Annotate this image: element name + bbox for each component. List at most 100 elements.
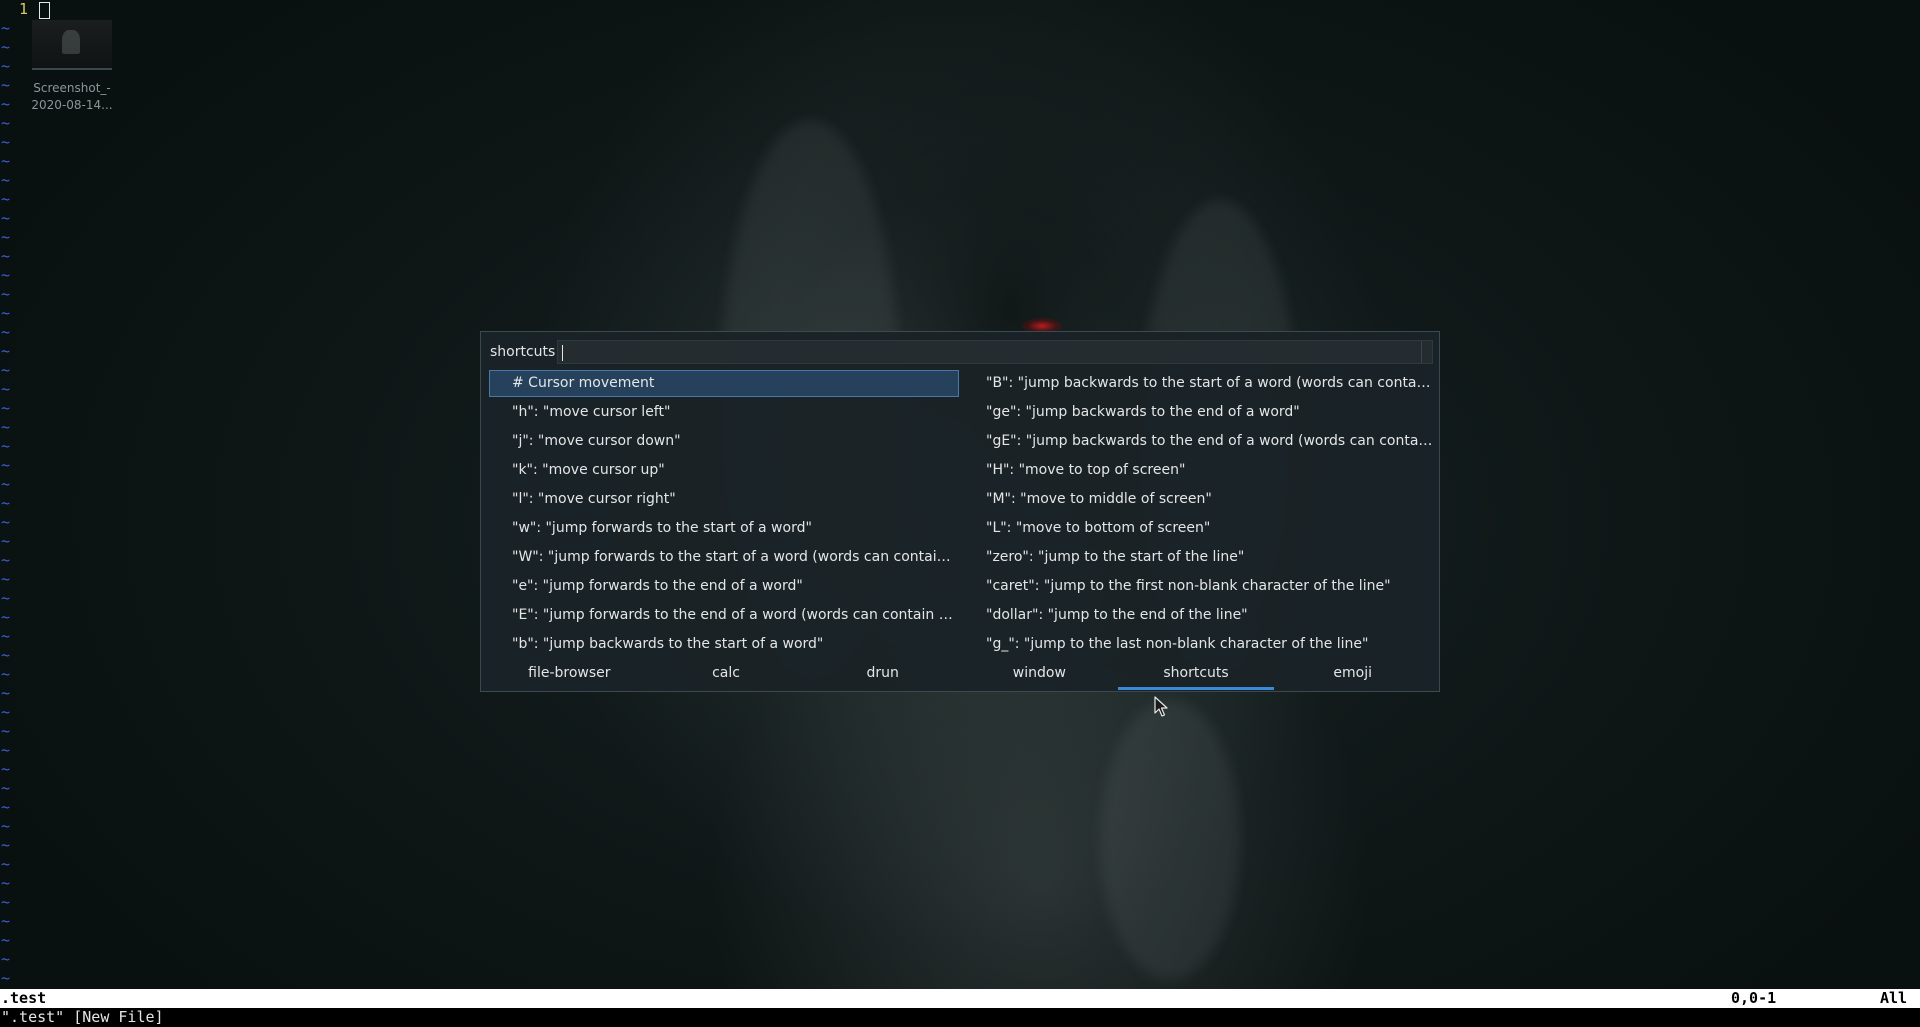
mode-tab-file-browser[interactable]: file-browser bbox=[491, 663, 648, 691]
empty-line-tilde: ~ bbox=[1, 722, 11, 740]
rofi-result-item[interactable]: "zero": "jump to the start of the line" bbox=[963, 544, 1433, 571]
empty-line-tilde: ~ bbox=[1, 456, 11, 474]
empty-line-tilde: ~ bbox=[1, 342, 11, 360]
rofi-result-item[interactable]: "B": "jump backwards to the start of a w… bbox=[963, 370, 1433, 397]
empty-line-tilde: ~ bbox=[1, 798, 11, 816]
rofi-result-item[interactable]: "gE": "jump backwards to the end of a wo… bbox=[963, 428, 1433, 455]
mode-tab-emoji[interactable]: emoji bbox=[1274, 663, 1431, 691]
mouse-pointer-icon bbox=[1154, 696, 1168, 717]
wallpaper-detail bbox=[1100, 700, 1240, 980]
empty-line-tilde: ~ bbox=[1, 76, 11, 94]
empty-line-tilde: ~ bbox=[1, 361, 11, 379]
empty-line-tilde: ~ bbox=[1, 285, 11, 303]
empty-line-tilde: ~ bbox=[1, 57, 11, 75]
rofi-result-item-selected[interactable]: # Cursor movement bbox=[489, 370, 959, 397]
rofi-result-item[interactable]: "l": "move cursor right" bbox=[489, 486, 959, 513]
empty-line-tilde: ~ bbox=[1, 114, 11, 132]
rofi-result-item[interactable]: "b": "jump backwards to the start of a w… bbox=[489, 631, 959, 658]
rofi-result-item[interactable]: "k": "move cursor up" bbox=[489, 457, 959, 484]
empty-line-tilde: ~ bbox=[1, 912, 11, 930]
rofi-result-item[interactable]: "dollar": "jump to the end of the line" bbox=[963, 602, 1433, 629]
empty-line-tilde: ~ bbox=[1, 760, 11, 778]
empty-line-tilde: ~ bbox=[1, 228, 11, 246]
rofi-result-item[interactable]: "e": "jump forwards to the end of a word… bbox=[489, 573, 959, 600]
mode-tab-calc[interactable]: calc bbox=[648, 663, 805, 691]
text-cursor bbox=[39, 2, 50, 19]
empty-line-tilde: ~ bbox=[1, 418, 11, 436]
rofi-result-item[interactable]: "H": "move to top of screen" bbox=[963, 457, 1433, 484]
empty-line-tilde: ~ bbox=[1, 627, 11, 645]
empty-line-tilde: ~ bbox=[1, 836, 11, 854]
vim-gutter: 1 ~ ~ ~ ~ ~ ~ ~ ~ ~ ~ ~ ~ ~ ~ ~ ~ ~ ~ ~ ~ ~ ~ ~ ~ ~ ~ ~ ~ ~ ~ ~ ~ ~ ~ ~ ~ ~ ~… bbox=[0, 0, 28, 990]
mode-tab-shortcuts[interactable]: shortcuts bbox=[1117, 663, 1275, 691]
empty-line-tilde: ~ bbox=[1, 817, 11, 835]
rofi-result-item[interactable]: "M": "move to middle of screen" bbox=[963, 486, 1433, 513]
rofi-search-input[interactable] bbox=[557, 340, 1433, 364]
empty-line-tilde: ~ bbox=[1, 855, 11, 873]
empty-line-tilde: ~ bbox=[1, 323, 11, 341]
empty-line-tilde: ~ bbox=[1, 133, 11, 151]
empty-line-tilde: ~ bbox=[1, 513, 11, 531]
empty-line-tilde: ~ bbox=[1, 931, 11, 949]
empty-line-tilde: ~ bbox=[1, 266, 11, 284]
line-number: 1 bbox=[19, 0, 29, 18]
input-scrollbar[interactable] bbox=[1421, 341, 1432, 363]
desktop-file-icon[interactable]: Screenshot_- 2020-08-14... bbox=[22, 20, 122, 114]
empty-line-tilde: ~ bbox=[1, 684, 11, 702]
desktop-file-label-line2: 2020-08-14... bbox=[31, 98, 113, 112]
mode-tab-drun[interactable]: drun bbox=[804, 663, 961, 691]
rofi-result-item[interactable]: "ge": "jump backwards to the end of a wo… bbox=[963, 399, 1433, 426]
desktop-file-label: Screenshot_- 2020-08-14... bbox=[22, 80, 122, 114]
empty-line-tilde: ~ bbox=[1, 646, 11, 664]
empty-line-tilde: ~ bbox=[1, 893, 11, 911]
empty-line-tilde: ~ bbox=[1, 38, 11, 56]
rofi-result-item[interactable]: "w": "jump forwards to the start of a wo… bbox=[489, 515, 959, 542]
rofi-result-item[interactable]: "E": "jump forwards to the end of a word… bbox=[489, 602, 959, 629]
empty-line-tilde: ~ bbox=[1, 380, 11, 398]
empty-line-tilde: ~ bbox=[1, 589, 11, 607]
empty-line-tilde: ~ bbox=[1, 665, 11, 683]
empty-line-tilde: ~ bbox=[1, 570, 11, 588]
empty-line-tilde: ~ bbox=[1, 703, 11, 721]
empty-line-tilde: ~ bbox=[1, 247, 11, 265]
status-scroll-position: All bbox=[1880, 989, 1908, 1007]
empty-line-tilde: ~ bbox=[1, 399, 11, 417]
empty-line-tilde: ~ bbox=[1, 437, 11, 455]
empty-line-tilde: ~ bbox=[1, 551, 11, 569]
empty-line-tilde: ~ bbox=[1, 209, 11, 227]
empty-line-tilde: ~ bbox=[1, 950, 11, 968]
rofi-result-item[interactable]: "h": "move cursor left" bbox=[489, 399, 959, 426]
empty-line-tilde: ~ bbox=[1, 608, 11, 626]
screenshot-thumbnail-icon bbox=[32, 20, 112, 70]
empty-line-tilde: ~ bbox=[1, 874, 11, 892]
empty-line-tilde: ~ bbox=[1, 779, 11, 797]
empty-line-tilde: ~ bbox=[1, 19, 11, 37]
rofi-result-item[interactable]: "L": "move to bottom of screen" bbox=[963, 515, 1433, 542]
rofi-prompt: shortcuts bbox=[490, 344, 556, 360]
rofi-result-item[interactable]: "caret": "jump to the first non-blank ch… bbox=[963, 573, 1433, 600]
desktop-file-label-line1: Screenshot_- bbox=[33, 81, 111, 95]
rofi-result-item[interactable]: "g_": "jump to the last non-blank charac… bbox=[963, 631, 1433, 658]
empty-line-tilde: ~ bbox=[1, 532, 11, 550]
empty-line-tilde: ~ bbox=[1, 95, 11, 113]
status-cursor-position: 0,0-1 bbox=[1731, 989, 1777, 1007]
empty-line-tilde: ~ bbox=[1, 969, 11, 987]
desktop: 1 ~ ~ ~ ~ ~ ~ ~ ~ ~ ~ ~ ~ ~ ~ ~ ~ ~ ~ ~ ~ ~ ~ ~ ~ ~ ~ ~ ~ ~ ~ ~ ~ ~ ~ ~ ~ ~ ~… bbox=[0, 0, 1920, 1027]
input-caret bbox=[562, 345, 563, 361]
rofi-results-column-left: # Cursor movement "h": "move cursor left"… bbox=[489, 370, 959, 660]
rofi-result-item[interactable]: "j": "move cursor down" bbox=[489, 428, 959, 455]
empty-line-tilde: ~ bbox=[1, 494, 11, 512]
mode-tab-window[interactable]: window bbox=[961, 663, 1118, 691]
empty-line-tilde: ~ bbox=[1, 190, 11, 208]
empty-line-tilde: ~ bbox=[1, 475, 11, 493]
empty-line-tilde: ~ bbox=[1, 741, 11, 759]
status-filename: .test bbox=[1, 989, 47, 1007]
empty-line-tilde: ~ bbox=[1, 152, 11, 170]
rofi-mode-switcher: file-browser calc drun window shortcuts emoji bbox=[491, 663, 1431, 691]
vim-command-line[interactable]: ".test" [New File] bbox=[0, 1008, 1920, 1027]
empty-line-tilde: ~ bbox=[1, 171, 11, 189]
rofi-result-item[interactable]: "W": "jump forwards to the start of a wo… bbox=[489, 544, 959, 571]
command-message: ".test" [New File] bbox=[1, 1008, 164, 1026]
rofi-results-column-right: "B": "jump backwards to the start of a w… bbox=[963, 370, 1433, 660]
rofi-launcher: shortcuts # Cursor movement "h": "move cu… bbox=[480, 331, 1440, 692]
